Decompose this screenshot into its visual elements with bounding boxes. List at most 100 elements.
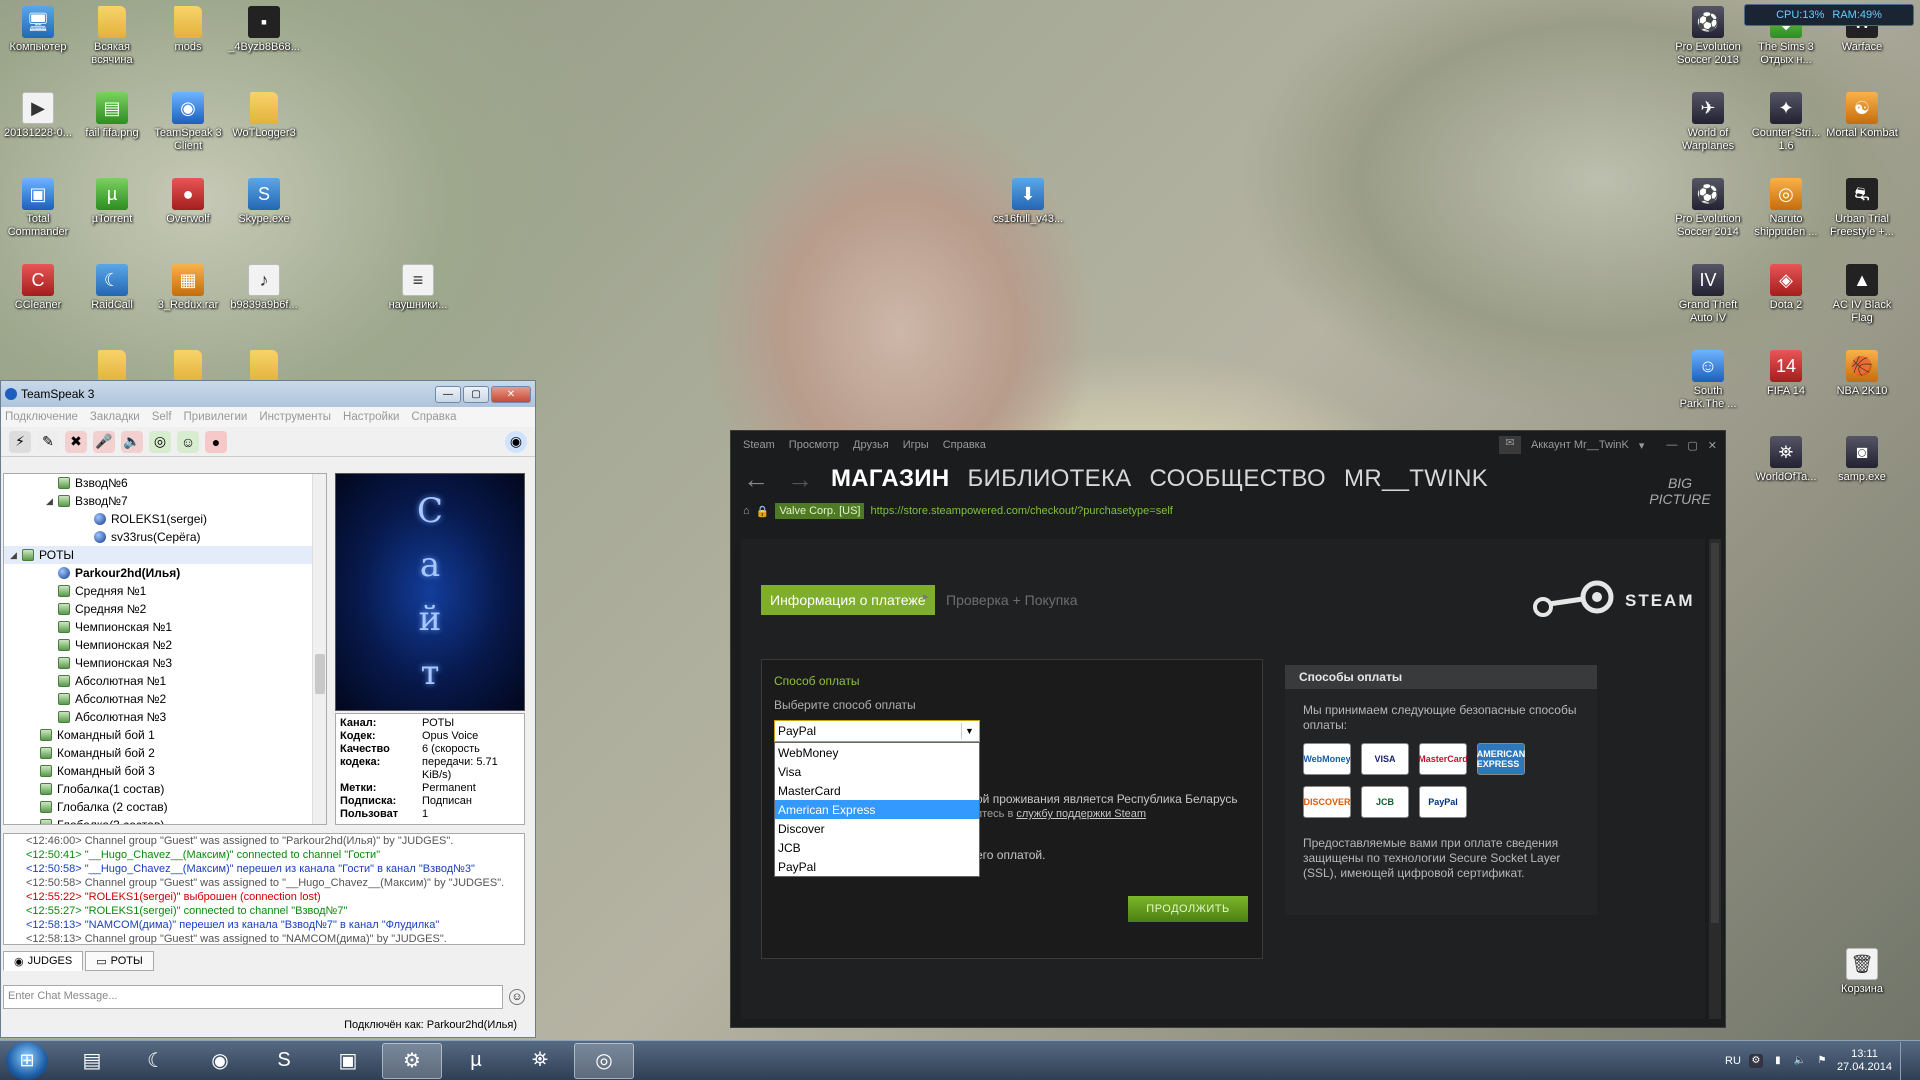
desktop-icon[interactable]: ☾ RaidCall <box>74 264 150 312</box>
channel-tree[interactable]: Взвод№6 ◢ Взвод№7 ROLEKS1(sergei) sv33rus(Се… <box>3 473 327 825</box>
desktop-icon[interactable]: ✈ World of Warplanes <box>1670 92 1746 153</box>
tree-channel[interactable]: Взвод№6 <box>4 474 326 492</box>
support-link[interactable]: службу поддержки Steam <box>1016 808 1146 820</box>
desktop-icon[interactable]: 14 FIFA 14 <box>1748 350 1824 398</box>
tree-channel[interactable]: Чемпионская №1 <box>4 618 326 636</box>
volume-tray-icon[interactable]: 🔈 <box>1793 1054 1807 1068</box>
emoticon-icon[interactable]: ☺ <box>509 989 525 1005</box>
away-icon[interactable]: ✖ <box>65 430 87 453</box>
desktop-icon[interactable]: ⬇ cs16full_v43... <box>990 178 1066 226</box>
nav-profile[interactable]: MR__TWINK <box>1344 465 1488 493</box>
language-indicator[interactable]: RU <box>1725 1055 1741 1067</box>
tree-channel[interactable]: Глобалка(3 состав) <box>4 816 326 824</box>
start-button[interactable]: ⊞ <box>6 1041 48 1080</box>
desktop-icon[interactable]: ≡ наушники... <box>380 264 456 312</box>
expand-icon[interactable]: ◢ <box>10 550 20 561</box>
steam-menu-item[interactable]: Друзья <box>853 439 889 451</box>
teamspeak-titlebar[interactable]: TeamSpeak 3 — ▢ ✕ <box>1 381 535 407</box>
desktop-icon[interactable]: ▪ _4Byzb8B68... <box>226 6 302 54</box>
close-button[interactable]: ✕ <box>1708 439 1717 452</box>
expand-icon[interactable]: ◢ <box>46 496 56 507</box>
home-icon[interactable]: ⌂ <box>743 505 750 517</box>
add-friend-icon[interactable]: ☺ <box>177 430 199 453</box>
flag-tray-icon[interactable]: ⚑ <box>1815 1054 1829 1068</box>
maximize-button[interactable]: ▢ <box>463 385 489 403</box>
tree-channel[interactable]: Командный бой 1 <box>4 726 326 744</box>
channel-tree-scrollbar[interactable] <box>312 474 326 824</box>
desktop-icon[interactable]: IV Grand Theft Auto IV <box>1670 264 1746 325</box>
tree-channel[interactable]: ◢ РОТЫ <box>4 546 326 564</box>
desktop-icon[interactable]: ◉ TeamSpeak 3 Client <box>150 92 226 153</box>
chevron-down-icon[interactable]: ▾ <box>1639 439 1645 452</box>
taskbar-chrome[interactable]: ◉ <box>190 1043 250 1079</box>
tree-channel[interactable]: Командный бой 3 <box>4 762 326 780</box>
nav-community[interactable]: СООБЩЕСТВО <box>1150 465 1326 493</box>
forward-arrow-icon[interactable]: → <box>787 464 813 495</box>
chat-message-input[interactable]: Enter Chat Message... <box>3 985 503 1009</box>
menu-item[interactable]: Справка <box>411 411 456 423</box>
desktop-icon[interactable]: ☯ Mortal Kombat <box>1824 92 1900 140</box>
desktop-icon[interactable]: ♪ b9839a9b6f... <box>226 264 302 312</box>
steam-menu-item[interactable]: Просмотр <box>789 439 839 451</box>
tree-channel[interactable]: Средняя №2 <box>4 600 326 618</box>
mute-microphone-icon[interactable]: 🎤 <box>93 430 115 453</box>
desktop-icon[interactable]: ⚽ Pro Evolution Soccer 2014 <box>1670 178 1746 239</box>
taskbar-world-of-tanks[interactable]: ⛯ <box>510 1043 570 1079</box>
payment-option[interactable]: American Express <box>775 800 979 819</box>
taskbar-utorrent[interactable]: µ <box>446 1043 506 1079</box>
desktop-icon[interactable]: ☺ South Park.The ... <box>1670 350 1746 411</box>
chat-tab[interactable]: ▭ РОТЫ <box>85 951 154 971</box>
desktop-icon[interactable]: µ µTorrent <box>74 178 150 226</box>
desktop-icon[interactable]: ▤ fail fifa.png <box>74 92 150 140</box>
payment-option[interactable]: JCB <box>775 838 979 857</box>
tree-channel[interactable]: ◢ Взвод№7 <box>4 492 326 510</box>
menu-item[interactable]: Закладки <box>90 411 140 423</box>
overwolf-icon[interactable]: ● <box>205 430 227 453</box>
taskbar-skype[interactable]: S <box>254 1043 314 1079</box>
desktop-icon[interactable]: ▶ 20131228-0... <box>0 92 76 140</box>
desktop-icon[interactable]: ⛐ Urban Trial Freestyle +... <box>1824 178 1900 239</box>
desktop-icon[interactable]: 🖥 Компьютер <box>0 6 76 54</box>
tree-channel[interactable]: Абсолютная №1 <box>4 672 326 690</box>
steam-page-scrollbar[interactable] <box>1709 539 1721 1019</box>
desktop-icon[interactable]: ⛯ WorldOfTa... <box>1748 436 1824 484</box>
desktop-icon[interactable]: WoTLogger3 <box>226 92 302 140</box>
maximize-button[interactable]: ▢ <box>1687 439 1697 452</box>
account-menu[interactable]: Аккаунт Mr__TwinK <box>1531 439 1629 451</box>
tree-channel[interactable]: Средняя №1 <box>4 582 326 600</box>
tree-user[interactable]: ROLEKS1(sergei) <box>4 510 326 528</box>
mute-speakers-icon[interactable]: 🔈 <box>121 430 143 453</box>
taskbar-explorer[interactable]: ▤ <box>62 1043 122 1079</box>
tree-user[interactable]: sv33rus(Серёга) <box>4 528 326 546</box>
steam-menu-item[interactable]: Справка <box>943 439 986 451</box>
tree-channel[interactable]: Глобалка (2 состав) <box>4 798 326 816</box>
tree-channel[interactable]: Чемпионская №3 <box>4 654 326 672</box>
minimize-button[interactable]: — <box>1666 439 1677 451</box>
payment-method-select[interactable]: PayPal ▼ <box>774 720 980 742</box>
desktop-icon[interactable]: C CCleaner <box>0 264 76 312</box>
steam-menu-item[interactable]: Игры <box>903 439 929 451</box>
chat-tab[interactable]: ◉ JUDGES <box>3 951 84 971</box>
desktop-icon[interactable]: ▣ Total Commander <box>0 178 76 239</box>
menu-item[interactable]: Привилегии <box>184 411 248 423</box>
bookmark-icon[interactable]: ✎ <box>37 430 59 453</box>
chevron-down-icon[interactable]: ▼ <box>961 723 977 739</box>
desktop-icon[interactable]: ● Overwolf <box>150 178 226 226</box>
desktop-icon[interactable]: ◎ Naruto shippuden ... <box>1748 178 1824 239</box>
capture-icon[interactable]: ◎ <box>149 430 171 453</box>
taskbar-raidcall[interactable]: ☾ <box>126 1043 186 1079</box>
payment-option[interactable]: MasterCard <box>775 781 979 800</box>
notification-icon[interactable]: ✉ <box>1498 436 1521 454</box>
desktop-icon[interactable]: mods <box>150 6 226 54</box>
desktop-icon[interactable]: ✦ Counter-Stri... 1.6 <box>1748 92 1824 153</box>
steam-menu-item[interactable]: Steam <box>743 439 775 451</box>
network-tray-icon[interactable]: ▮ <box>1771 1054 1785 1068</box>
payment-option[interactable]: WebMoney <box>775 743 979 762</box>
nav-store[interactable]: МАГАЗИН <box>831 465 949 493</box>
desktop-icon[interactable]: ▦ 3_Redux.rar <box>150 264 226 312</box>
desktop-icon[interactable]: Всякая всячина <box>74 6 150 67</box>
taskbar-steam[interactable]: ⚙ <box>382 1042 442 1079</box>
desktop-icon[interactable]: 🏀 NBA 2K10 <box>1824 350 1900 398</box>
nav-library[interactable]: БИБЛИОТЕКА <box>967 465 1131 493</box>
close-button[interactable]: ✕ <box>491 385 531 403</box>
